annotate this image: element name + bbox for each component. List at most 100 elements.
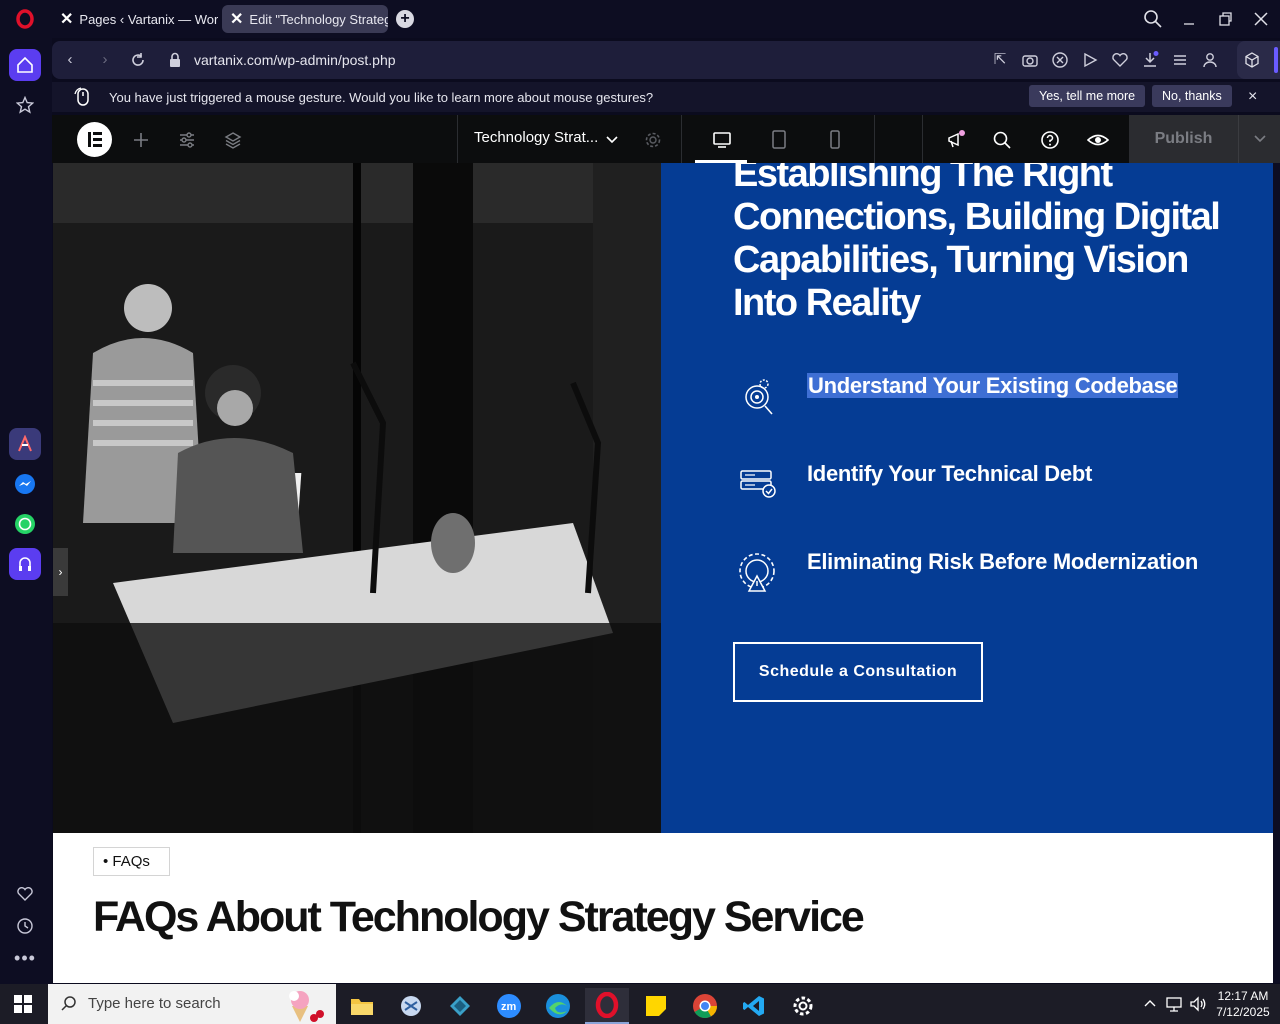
tab-pages[interactable]: ✕ Pages ‹ Vartanix — WordP [52,5,218,33]
star-icon[interactable] [9,89,41,121]
site-x-icon: ✕ [60,11,74,28]
publish-options-button[interactable] [1238,115,1280,163]
close-window-button[interactable] [1250,8,1272,30]
minimize-button[interactable] [1178,8,1200,30]
faqs-tag[interactable]: • FAQs [93,847,170,876]
finder-search-icon[interactable] [991,129,1013,151]
schedule-consultation-button[interactable]: Schedule a Consultation [733,642,983,702]
feature-item-eliminating-risk[interactable]: Eliminating Risk Before Modernization [807,549,1198,575]
sidebar-toggle-indicator[interactable] [1274,47,1278,73]
file-explorer-icon[interactable] [340,988,384,1024]
chevron-down-icon[interactable] [601,129,623,151]
opera-logo-icon[interactable] [15,9,35,29]
tab-edit-technology-strategy[interactable]: ✕ Edit "Technology Strategy [222,5,388,33]
preview-eye-icon[interactable] [1087,129,1109,151]
zoom-icon[interactable]: zm [487,988,531,1024]
target-gears-icon [735,373,779,417]
search-placeholder: Type here to search [88,995,221,1012]
structure-layers-icon[interactable] [222,129,244,151]
profile-icon[interactable] [1201,51,1219,69]
home-icon[interactable] [9,49,41,81]
tray-chevron-up-icon[interactable] [1142,996,1158,1012]
aria-icon[interactable] [9,428,41,460]
lock-icon[interactable] [166,51,184,69]
toolbar-divider [922,115,923,163]
help-icon[interactable] [1039,129,1061,151]
tablet-view-icon[interactable] [768,129,790,151]
elementor-logo-icon[interactable] [77,122,112,157]
downloads-icon[interactable] [1141,51,1159,69]
desktop-view-icon[interactable] [711,129,733,151]
server-check-icon [735,461,779,505]
easy-setup-icon[interactable] [1171,51,1189,69]
vscode-icon[interactable] [732,988,776,1024]
snipping-tool-icon[interactable] [389,988,433,1024]
url-field[interactable]: vartanix.com/wp-admin/post.php [194,52,396,68]
feature-label: Understand Your Existing Codebase [807,373,1179,398]
yes-tell-me-more-button[interactable]: Yes, tell me more [1029,85,1146,107]
toolbar-divider [681,115,682,163]
whatsapp-icon[interactable] [9,508,41,540]
editor-canvas: › Establishing The Right Connections, Bu… [53,163,1273,983]
camera-icon[interactable] [1021,51,1039,69]
panel-expand-button[interactable]: › [53,548,68,596]
opera-taskbar-icon[interactable] [585,988,629,1024]
taskbar-search-box[interactable]: Type here to search [48,984,336,1024]
feature-item-codebase[interactable]: Understand Your Existing Codebase [807,373,1179,399]
feature-label: Eliminating Risk Before Modernization [807,549,1199,574]
office-scene-image [53,163,661,833]
hero-headline[interactable]: Establishing The Right Connections, Buil… [733,163,1253,325]
more-icon[interactable]: ••• [9,942,41,974]
tab-label: Pages ‹ Vartanix — WordP [79,11,218,27]
history-icon[interactable] [9,910,41,942]
settings-gear-icon[interactable] [781,988,825,1024]
mouse-gesture-icon [72,86,94,108]
add-element-icon[interactable] [130,129,152,151]
adblock-icon[interactable] [1051,51,1069,69]
close-notification-icon[interactable]: × [1248,88,1257,106]
messenger-icon[interactable] [9,468,41,500]
tab-label: Edit "Technology Strategy [249,11,388,27]
chevron-down-icon [1253,135,1266,143]
page-title-dropdown[interactable]: Technology Strat... [474,129,598,146]
clock-date: 7/12/2025 [1216,1005,1270,1019]
cube-icon[interactable] [1243,51,1261,69]
flow-icon[interactable] [1081,51,1099,69]
edge-icon[interactable] [536,988,580,1024]
mobile-view-icon[interactable] [824,129,846,151]
forward-icon[interactable]: › [96,51,114,69]
page-settings-gear-icon[interactable] [642,129,664,151]
canvas-scrollbar[interactable] [1273,163,1280,983]
volume-icon[interactable] [1189,995,1207,1013]
reload-icon[interactable] [129,51,147,69]
feature-label: Identify Your Technical Debt [807,461,1092,486]
favorite-icon[interactable] [1111,51,1129,69]
share-icon[interactable]: ⇱ [991,51,1009,69]
hero-team-photo[interactable]: › [53,163,661,833]
chrome-icon[interactable] [683,988,727,1024]
notification-message: You have just triggered a mouse gesture.… [109,90,654,105]
no-thanks-button[interactable]: No, thanks [1152,85,1232,107]
ice-cream-doodle-icon [278,986,330,1024]
svg-text:zm: zm [501,1001,517,1013]
browser-title-bar: ✕ Pages ‹ Vartanix — WordP ✕ Edit "Techn… [0,0,1280,38]
extensions-panel [1237,41,1280,79]
search-icon [60,995,78,1013]
new-tab-button[interactable]: + [396,10,414,28]
search-tabs-icon[interactable] [1142,8,1164,30]
gear-warning-icon [735,549,779,593]
site-settings-icon[interactable] [176,129,198,151]
network-icon[interactable] [1165,995,1183,1013]
whats-new-megaphone-icon[interactable] [945,129,967,151]
sticky-notes-icon[interactable] [634,988,678,1024]
restore-button[interactable] [1214,8,1236,30]
taskbar-clock[interactable]: 12:17 AM 7/12/2025 [1208,988,1278,1020]
back-icon[interactable]: ‹ [61,51,79,69]
music-player-icon[interactable] [9,548,41,580]
app-diamond-icon[interactable] [438,988,482,1024]
feature-item-technical-debt[interactable]: Identify Your Technical Debt [807,461,1092,487]
windows-start-icon[interactable] [14,995,32,1013]
heart-icon[interactable] [9,878,41,910]
faq-section-heading[interactable]: FAQs About Technology Strategy Service [93,893,865,942]
publish-button[interactable]: Publish [1129,115,1238,163]
